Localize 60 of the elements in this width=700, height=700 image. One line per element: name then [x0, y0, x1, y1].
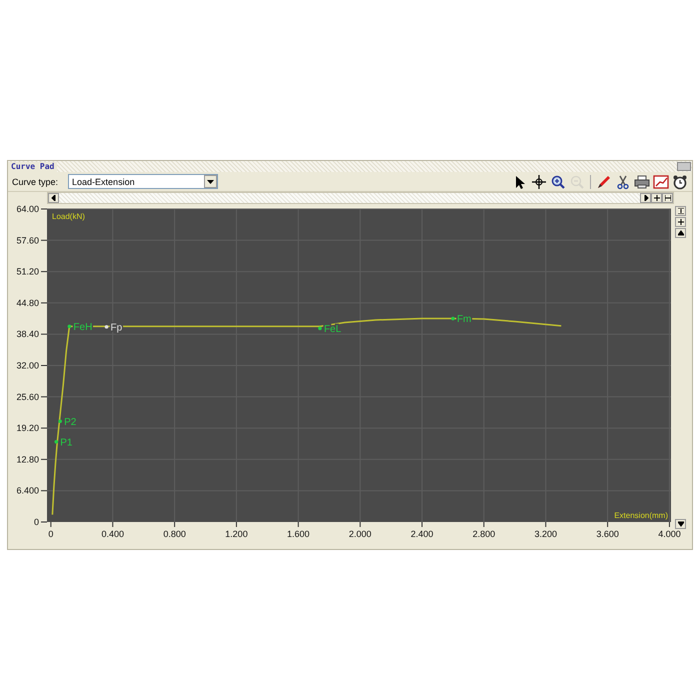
caret-icon [207, 180, 214, 184]
tick-label: 2.400 [410, 529, 434, 539]
pencil-icon[interactable] [596, 174, 612, 190]
chart-icon[interactable] [653, 174, 669, 190]
tick-label: 3.200 [534, 529, 557, 539]
tick-label: 51.20 [16, 266, 39, 277]
printer-icon[interactable] [634, 174, 650, 190]
zoom-height-button[interactable] [675, 217, 686, 227]
scroll-down-icon [678, 521, 684, 527]
axis-title: Load(kN) [52, 212, 85, 221]
tick-label: 19.20 [16, 423, 39, 434]
fit-height-button[interactable] [675, 206, 686, 216]
tick-label: 3.600 [596, 529, 619, 539]
scroll-up-button[interactable] [675, 228, 686, 238]
panel-title: Curve Pad [8, 162, 58, 172]
stretch-width-button[interactable] [662, 193, 673, 203]
annotation-marker [68, 324, 72, 328]
tick-label: 2.800 [472, 529, 496, 539]
tick-label: 2.000 [348, 529, 372, 539]
fit-width-icon [654, 195, 660, 201]
scroll-left-button[interactable] [48, 193, 59, 203]
tick-label: 6.400 [16, 486, 39, 496]
zoom-in-icon[interactable] [550, 174, 566, 190]
scroll-right-button[interactable] [640, 193, 651, 203]
curve-type-dropdown[interactable]: Load-Extension [68, 174, 218, 189]
curve-type-label: Curve type: [12, 176, 58, 186]
axis-title: Extension(mm) [614, 511, 668, 520]
annotation-marker [54, 440, 58, 444]
annotation-marker [58, 419, 62, 424]
fit-height-icon [678, 208, 684, 214]
tick-label: 0.400 [101, 529, 124, 539]
tick-label: 57.60 [16, 235, 39, 246]
tick-label: 64.00 [16, 204, 39, 214]
tick-label: 0 [48, 529, 54, 539]
point-label: FeL [324, 324, 342, 335]
alarm-clock-icon[interactable] [672, 174, 688, 190]
tick-label: 1.200 [225, 529, 248, 539]
tick-label: 0 [34, 517, 39, 527]
tick-label: 38.40 [16, 329, 39, 340]
zoom-height-icon [678, 219, 684, 225]
scroll-up-icon [678, 230, 684, 236]
scissors-icon[interactable] [615, 174, 631, 190]
scroll-right-icon [642, 195, 648, 201]
tick-label: 25.60 [16, 392, 39, 402]
annotation-marker [318, 326, 322, 330]
tick-label: 4.000 [658, 529, 681, 539]
tick-label: 0.800 [163, 529, 186, 539]
tick-label: 32.00 [16, 360, 39, 370]
tick-label: 12.80 [16, 454, 39, 464]
scroll-left-icon [50, 195, 56, 201]
fit-width-button[interactable] [651, 193, 662, 203]
crosshair-icon[interactable] [531, 174, 547, 190]
tick-label: 1.600 [287, 529, 310, 539]
annotation-marker [104, 325, 108, 329]
point-label: P1 [60, 437, 73, 448]
tick-label: 44.80 [16, 298, 39, 308]
annotation-marker [451, 316, 455, 320]
stretch-width-icon [664, 195, 670, 201]
scroll-down-button[interactable] [675, 519, 686, 529]
point-label: P2 [64, 416, 76, 428]
